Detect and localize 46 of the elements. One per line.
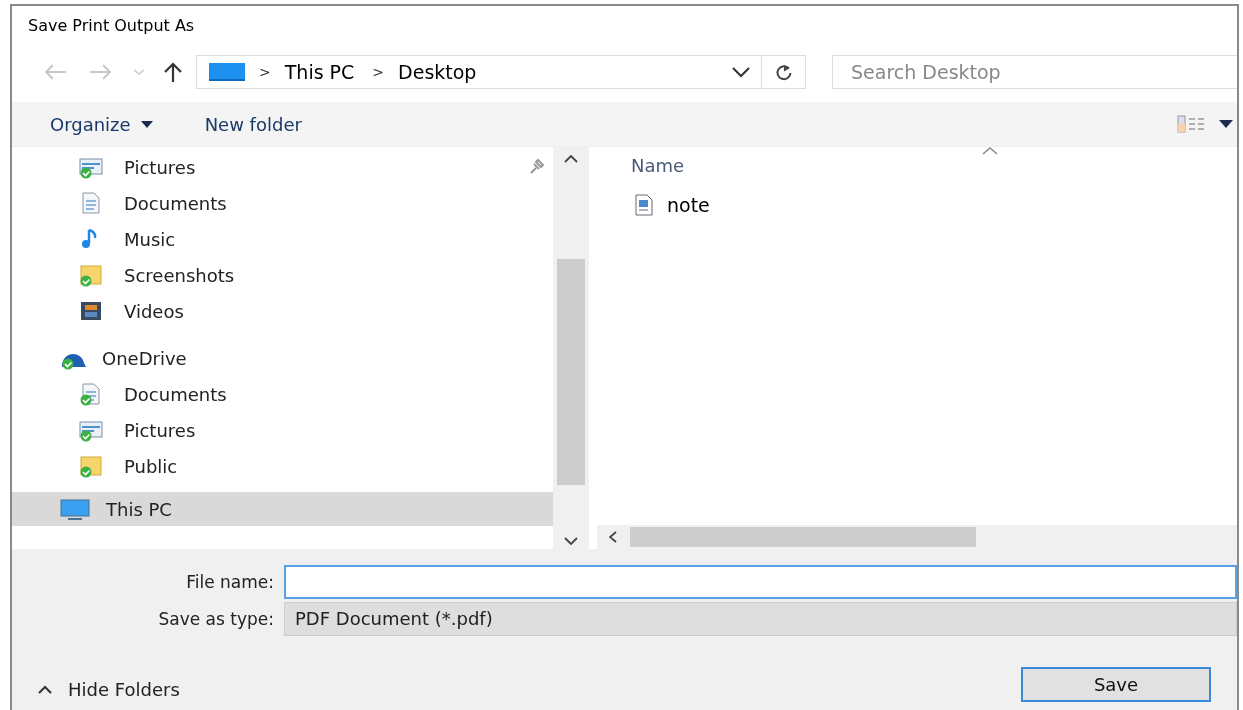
field-label: File name:: [186, 572, 275, 592]
nav-item[interactable]: Screenshots: [12, 257, 553, 293]
scrollbar-thumb[interactable]: [557, 259, 585, 485]
search-field[interactable]: Search Desktop: [832, 55, 1237, 89]
window-title: Save Print Output As: [27, 15, 195, 37]
breadcrumb[interactable]: This PC: [284, 61, 355, 83]
organize-menu-button[interactable]: Organize: [50, 109, 153, 139]
nav-item[interactable]: OneDrive: [12, 340, 553, 376]
document-icon: [635, 194, 653, 216]
file-name-field[interactable]: [284, 565, 1237, 599]
monitor-icon: [209, 62, 245, 82]
nav-item[interactable]: Public: [12, 448, 553, 484]
breadcrumb-separator: >: [372, 64, 385, 80]
view-caret-icon[interactable]: [1219, 120, 1233, 128]
scroll-up-icon[interactable]: [564, 155, 578, 163]
caret-icon: [140, 120, 153, 128]
scroll-left-icon[interactable]: [609, 531, 617, 543]
refresh-icon: [774, 63, 793, 81]
hide-folders-button[interactable]: Hide Folders: [38, 679, 180, 700]
scrollbar-thumb[interactable]: [630, 527, 976, 547]
new-folder-button[interactable]: New folder: [204, 109, 302, 139]
breadcrumb[interactable]: Desktop: [398, 61, 477, 83]
column-header[interactable]: Name: [631, 155, 685, 176]
up-icon[interactable]: [162, 61, 184, 83]
refresh-button[interactable]: [762, 55, 806, 89]
nav-item[interactable]: Music: [12, 221, 553, 257]
scrollbar[interactable]: [553, 147, 589, 549]
collapse-caret-icon: [38, 685, 52, 694]
nav-item[interactable]: Videos: [12, 293, 553, 329]
nav-item[interactable]: Documents: [12, 376, 553, 412]
view-options-icon[interactable]: [1177, 115, 1207, 133]
recent-caret-icon[interactable]: [132, 67, 146, 77]
nav-item[interactable]: This PC: [12, 492, 553, 526]
sort-up-icon: [982, 147, 999, 155]
address-bar[interactable]: > This PC > Desktop: [196, 55, 762, 89]
file-item[interactable]: note: [597, 189, 720, 221]
nav-item[interactable]: Documents: [12, 185, 553, 221]
file-type-dropdown[interactable]: PDF Document (*.pdf): [284, 602, 1237, 636]
save-button[interactable]: Save: [1021, 667, 1211, 702]
nav-item[interactable]: Pictures: [12, 412, 553, 448]
field-label: Save as type:: [158, 609, 275, 629]
scrollbar[interactable]: [597, 525, 1237, 549]
nav-item[interactable]: Pictures: [12, 149, 553, 185]
breadcrumb-separator: >: [259, 64, 271, 80]
dropdown-caret-icon[interactable]: [731, 66, 751, 78]
scroll-down-icon[interactable]: [564, 537, 578, 545]
